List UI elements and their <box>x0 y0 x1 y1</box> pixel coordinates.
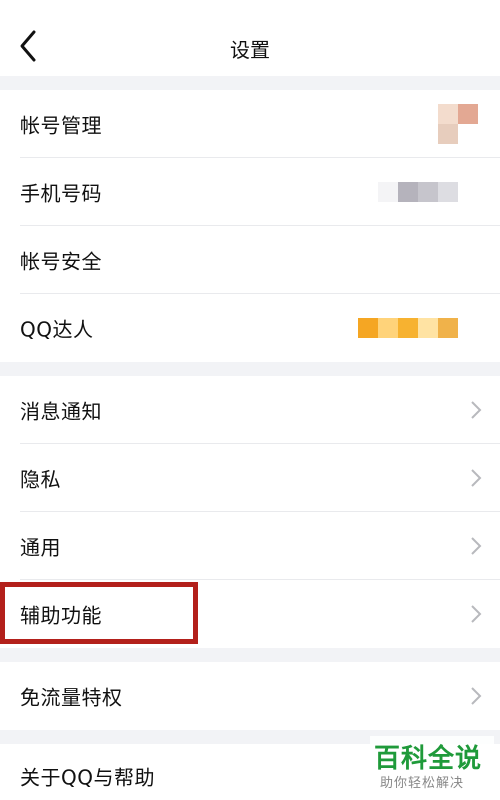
chevron-right-icon <box>471 687 482 705</box>
settings-item-free-data[interactable]: 免流量特权 <box>0 662 500 730</box>
settings-item-label: 关于QQ与帮助 <box>20 765 155 790</box>
page-title: 设置 <box>230 38 270 62</box>
phone-value-blurred <box>378 182 458 202</box>
settings-item-account-security[interactable]: 帐号安全 <box>0 226 500 294</box>
settings-item-label: 消息通知 <box>20 399 102 424</box>
settings-item-label: 辅助功能 <box>20 603 102 628</box>
settings-item-privacy[interactable]: 隐私 <box>0 444 500 512</box>
watermark-subtitle: 助你轻松解决 <box>380 776 465 791</box>
settings-item-label: QQ达人 <box>20 317 94 342</box>
settings-item-general[interactable]: 通用 <box>0 512 500 580</box>
chevron-right-icon <box>471 605 482 623</box>
chevron-right-icon <box>471 537 482 555</box>
account-group: 帐号管理 手机号码 帐号安全 QQ达人 <box>0 90 500 362</box>
watermark-title: 百科全说 <box>374 744 483 774</box>
settings-item-qq-daren[interactable]: QQ达人 <box>0 294 500 362</box>
nav-header: 设置 <box>0 0 500 76</box>
general-group: 消息通知 隐私 通用 辅助功能 <box>0 376 500 648</box>
settings-item-label: 免流量特权 <box>20 685 123 710</box>
daren-badge-blurred <box>358 318 458 338</box>
settings-item-message-notification[interactable]: 消息通知 <box>0 376 500 444</box>
settings-item-label: 帐号安全 <box>20 249 102 274</box>
settings-item-label: 手机号码 <box>20 181 102 206</box>
settings-item-account-management[interactable]: 帐号管理 <box>0 90 500 158</box>
watermark: 百科全说 助你轻松解决 <box>370 736 494 794</box>
chevron-right-icon <box>471 401 482 419</box>
settings-item-label: 隐私 <box>20 467 61 492</box>
settings-item-label: 通用 <box>20 535 61 560</box>
settings-item-label: 帐号管理 <box>20 113 102 138</box>
settings-item-phone-number[interactable]: 手机号码 <box>0 158 500 226</box>
data-privilege-group: 免流量特权 <box>0 662 500 730</box>
chevron-right-icon <box>471 469 482 487</box>
avatar <box>438 104 478 144</box>
settings-item-accessibility[interactable]: 辅助功能 <box>0 580 500 648</box>
